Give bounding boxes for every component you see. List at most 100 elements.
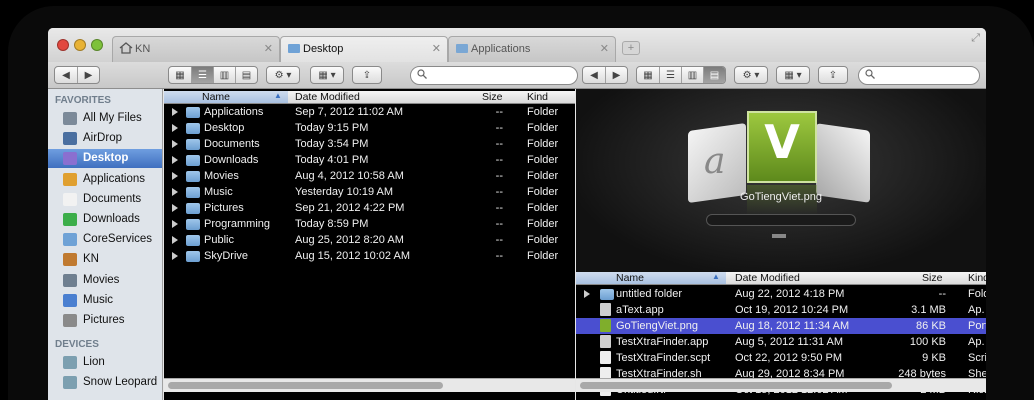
- close-tab-icon[interactable]: ✕: [600, 42, 609, 55]
- disclosure-triangle-icon[interactable]: [172, 204, 178, 212]
- preview-scroll-slider[interactable]: [706, 214, 856, 226]
- file-row[interactable]: Public Aug 25, 2012 8:20 AM -- Folder: [164, 232, 575, 248]
- search-input[interactable]: [410, 66, 578, 85]
- file-row[interactable]: Downloads Today 4:01 PM -- Folder: [164, 152, 575, 168]
- sidebar-item-pictures[interactable]: Pictures: [48, 311, 162, 330]
- column-header-name[interactable]: Name: [576, 272, 726, 284]
- file-row[interactable]: Applications Sep 7, 2012 11:02 AM -- Folder: [164, 104, 575, 120]
- sidebar-item-snow-leopard[interactable]: Snow Leopard: [48, 373, 162, 392]
- back-icon[interactable]: ◀: [583, 67, 605, 83]
- minimize-button[interactable]: [74, 39, 86, 51]
- horizontal-scrollbar[interactable]: [576, 378, 986, 392]
- column-view-icon[interactable]: ▥: [213, 67, 235, 83]
- cell-size: 3.1 MB: [911, 304, 946, 316]
- file-row[interactable]: Music Yesterday 10:19 AM -- Folder: [164, 184, 575, 200]
- cell-date: Aug 22, 2012 4:18 PM: [735, 288, 845, 300]
- column-header-kind[interactable]: Kind: [527, 91, 548, 103]
- disclosure-triangle-icon[interactable]: [172, 108, 178, 116]
- scrollbar-thumb[interactable]: [168, 382, 443, 389]
- view-mode-control[interactable]: ▦ ☰ ▥ ▤: [168, 66, 258, 84]
- file-row[interactable]: Programming Today 8:59 PM -- Folder: [164, 216, 575, 232]
- view-mode-control[interactable]: ▦ ☰ ▥ ▤: [636, 66, 726, 84]
- share-button[interactable]: ⇪: [818, 66, 848, 84]
- file-row[interactable]: untitled folder Aug 22, 2012 4:18 PM -- Fol…: [576, 286, 986, 302]
- file-row[interactable]: aText.app Oct 19, 2012 10:24 PM 3.1 MB Ap.: [576, 302, 986, 318]
- column-header-name[interactable]: Name: [164, 91, 288, 103]
- share-button[interactable]: ⇪: [352, 66, 382, 84]
- sidebar-item-kn[interactable]: KN: [48, 250, 162, 269]
- forward-icon[interactable]: ▶: [605, 67, 627, 83]
- horizontal-scrollbar[interactable]: [164, 378, 575, 392]
- sidebar-item-music[interactable]: Music: [48, 291, 162, 310]
- cell-name: Music: [204, 186, 233, 198]
- zoom-button[interactable]: [91, 39, 103, 51]
- new-tab-button[interactable]: +: [622, 41, 640, 55]
- sidebar-item-label: Movies: [83, 273, 120, 286]
- close-tab-icon[interactable]: ✕: [264, 42, 273, 55]
- sidebar-item-airdrop[interactable]: AirDrop: [48, 129, 162, 148]
- file-row[interactable]: SkyDrive Aug 15, 2012 10:02 AM -- Folder: [164, 248, 575, 264]
- file-row[interactable]: TestXtraFinder.app Aug 5, 2012 11:31 AM 10…: [576, 334, 986, 350]
- file-row[interactable]: GoTiengViet.png Aug 18, 2012 11:34 AM 86 K…: [576, 318, 986, 334]
- file-row[interactable]: Documents Today 3:54 PM -- Folder: [164, 136, 575, 152]
- arrange-menu-button[interactable]: ▦ ▾: [776, 66, 810, 84]
- disclosure-triangle-icon[interactable]: [172, 156, 178, 164]
- action-menu-button[interactable]: ⚙ ▾: [266, 66, 300, 84]
- action-menu-button[interactable]: ⚙ ▾: [734, 66, 768, 84]
- sidebar-item-label: CoreServices: [83, 233, 153, 246]
- sidebar-item-downloads[interactable]: Downloads: [48, 210, 162, 229]
- coverflow-view-icon[interactable]: ▤: [235, 67, 257, 83]
- disclosure-triangle-icon[interactable]: [172, 188, 178, 196]
- sidebar-item-applications[interactable]: Applications: [48, 170, 162, 189]
- search-input[interactable]: [858, 66, 980, 85]
- resize-icon[interactable]: ⤢: [971, 32, 980, 45]
- list-view-icon[interactable]: ☰: [191, 67, 213, 83]
- sidebar-item-coreservices[interactable]: CoreServices: [48, 230, 162, 249]
- disclosure-triangle-icon[interactable]: [172, 252, 178, 260]
- list-header: Name ▲ Date Modified Size Kind: [576, 272, 986, 285]
- disclosure-triangle-icon[interactable]: [172, 220, 178, 228]
- arrange-menu-button[interactable]: ▦ ▾: [310, 66, 344, 84]
- disclosure-triangle-icon[interactable]: [172, 140, 178, 148]
- preview-scroll-knob[interactable]: [772, 234, 786, 238]
- script-icon: [600, 351, 611, 364]
- disclosure-triangle-icon[interactable]: [172, 124, 178, 132]
- column-header-size[interactable]: Size: [922, 272, 942, 284]
- cell-name: untitled folder: [616, 288, 683, 300]
- devices-header: DEVICES: [55, 339, 99, 350]
- tab-desktop[interactable]: Desktop ✕: [280, 36, 448, 62]
- file-row[interactable]: TestXtraFinder.scpt Oct 22, 2012 9:50 PM 9…: [576, 350, 986, 366]
- column-header-kind[interactable]: Kind: [968, 272, 986, 284]
- list-view-icon[interactable]: ☰: [659, 67, 681, 83]
- icon-view-icon[interactable]: ▦: [637, 67, 659, 83]
- sidebar-item-lion[interactable]: Lion: [48, 353, 162, 372]
- column-header-date[interactable]: Date Modified: [295, 91, 360, 103]
- disclosure-triangle-icon[interactable]: [172, 236, 178, 244]
- back-forward-control[interactable]: ◀ ▶: [54, 66, 100, 84]
- column-view-icon[interactable]: ▥: [681, 67, 703, 83]
- sidebar-item-movies[interactable]: Movies: [48, 271, 162, 290]
- close-button[interactable]: [57, 39, 69, 51]
- disclosure-triangle-icon[interactable]: [172, 172, 178, 180]
- file-row[interactable]: Pictures Sep 21, 2012 4:22 PM -- Folder: [164, 200, 575, 216]
- close-tab-icon[interactable]: ✕: [432, 42, 441, 55]
- sidebar-item-desktop[interactable]: Desktop: [48, 149, 162, 169]
- cell-name: Programming: [204, 218, 271, 230]
- coverflow-view-icon[interactable]: ▤: [703, 67, 725, 83]
- back-icon[interactable]: ◀: [55, 67, 77, 83]
- cell-date: Today 4:01 PM: [295, 154, 369, 166]
- tab-applications[interactable]: Applications ✕: [448, 36, 616, 62]
- back-forward-control[interactable]: ◀ ▶: [582, 66, 628, 84]
- tab-kn[interactable]: KN ✕: [112, 36, 280, 62]
- icon-view-icon[interactable]: ▦: [169, 67, 191, 83]
- sidebar-item-all-my-files[interactable]: All My Files: [48, 109, 162, 128]
- column-header-date[interactable]: Date Modified: [735, 272, 800, 284]
- column-header-size[interactable]: Size: [482, 91, 502, 103]
- forward-icon[interactable]: ▶: [77, 67, 99, 83]
- file-row[interactable]: Movies Aug 4, 2012 10:58 AM -- Folder: [164, 168, 575, 184]
- sidebar-item-documents[interactable]: Documents: [48, 190, 162, 209]
- scrollbar-thumb[interactable]: [580, 382, 892, 389]
- coverflow-preview[interactable]: a V GoTiengViet.png: [576, 89, 986, 272]
- disclosure-triangle-icon[interactable]: [584, 290, 590, 298]
- file-row[interactable]: Desktop Today 9:15 PM -- Folder: [164, 120, 575, 136]
